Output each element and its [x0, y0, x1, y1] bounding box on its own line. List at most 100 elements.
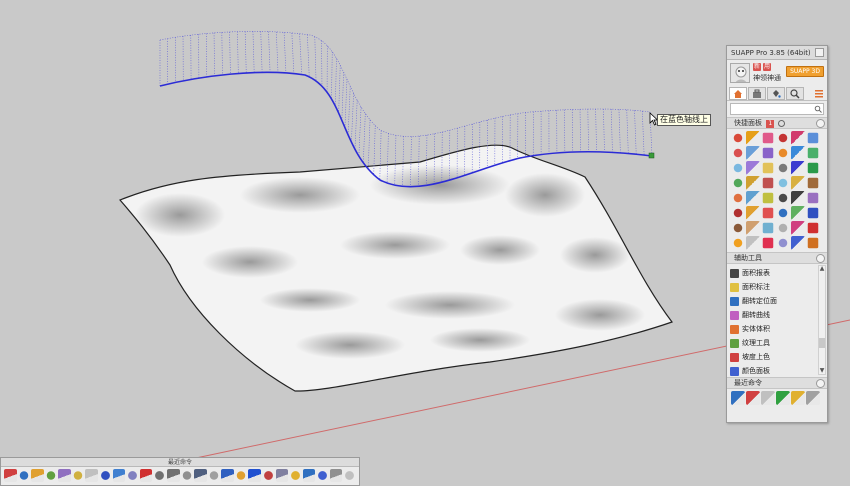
quick-tool-icon[interactable] [762, 147, 774, 159]
quick-tool-icon[interactable] [791, 221, 805, 235]
toolbar-command-icon[interactable] [261, 469, 275, 482]
quick-tool-icon[interactable] [731, 191, 745, 205]
toolbar-command-icon[interactable] [71, 469, 85, 482]
gear-icon[interactable] [778, 119, 786, 127]
tool-list-item[interactable]: 翻转曲线 [730, 308, 827, 322]
toolbar-command-icon[interactable] [166, 469, 180, 482]
toolbar-command-icon[interactable] [275, 469, 289, 482]
tool-list-item[interactable]: 坡度上色 [730, 350, 827, 364]
tab-paint[interactable] [767, 87, 785, 100]
quick-tool-icon[interactable] [776, 206, 790, 220]
quick-tool-icon[interactable] [807, 237, 819, 249]
toolbar-command-icon[interactable] [126, 469, 139, 482]
tab-home[interactable] [729, 87, 747, 100]
tab-search[interactable] [786, 87, 804, 100]
tab-toolbox[interactable] [748, 87, 766, 100]
quick-tool-icon[interactable] [791, 206, 805, 220]
quick-tool-icon[interactable] [762, 132, 774, 144]
tool-list-item[interactable]: 面积标注 [730, 280, 827, 294]
toolbar-command-icon[interactable] [153, 469, 166, 482]
quick-tool-icon[interactable] [731, 176, 745, 190]
toolbar-command-icon[interactable] [180, 469, 194, 482]
toolbar-command-icon[interactable] [329, 469, 343, 482]
toolbar-command-icon[interactable] [112, 469, 126, 482]
quick-tool-icon[interactable] [791, 176, 805, 190]
quick-tool-icon[interactable] [762, 177, 774, 189]
collapse-icon[interactable] [816, 119, 825, 128]
toolbar-command-icon[interactable] [289, 469, 302, 482]
quick-tool-icon[interactable] [731, 236, 745, 250]
toolbar-command-icon[interactable] [58, 469, 71, 482]
close-icon[interactable] [815, 48, 824, 57]
toolbar-command-icon[interactable] [248, 469, 261, 482]
quick-panel-header[interactable]: 快捷面板 1 [727, 117, 827, 129]
recent-command-icon[interactable] [776, 391, 790, 405]
quick-tool-icon[interactable] [791, 236, 805, 250]
quick-tool-icon[interactable] [762, 222, 774, 234]
toolbar-command-icon[interactable] [302, 469, 316, 482]
quick-tool-icon[interactable] [762, 192, 774, 204]
quick-tool-icon[interactable] [807, 222, 819, 234]
panel-title-bar[interactable]: SUAPP Pro 3.85 (64bit) [727, 46, 827, 60]
toolbar-command-icon[interactable] [139, 469, 153, 482]
quick-tool-icon[interactable] [731, 206, 745, 220]
quick-tool-icon[interactable] [731, 221, 745, 235]
quick-tool-icon[interactable] [776, 146, 790, 160]
recent-commands-header[interactable]: 最近命令 [727, 377, 827, 389]
toolbar-command-icon[interactable] [17, 469, 31, 482]
quick-tool-icon[interactable] [807, 147, 819, 159]
quick-tool-icon[interactable] [762, 162, 774, 174]
tool-list-item[interactable]: 颜色面板 [730, 364, 827, 377]
toolbar-command-icon[interactable] [4, 469, 17, 482]
toolbar-command-icon[interactable] [207, 469, 221, 482]
toolbar-command-icon[interactable] [31, 469, 44, 482]
scroll-up-icon[interactable]: ▲ [819, 266, 825, 272]
quick-tool-icon[interactable] [776, 161, 790, 175]
scroll-thumb[interactable] [819, 338, 825, 348]
tool-list-item[interactable]: 实体体积 [730, 322, 827, 336]
quick-tool-icon[interactable] [746, 176, 760, 190]
quick-tool-icon[interactable] [746, 146, 760, 160]
toolbar-command-icon[interactable] [316, 469, 329, 482]
collapse-icon[interactable] [816, 254, 825, 263]
quick-tool-icon[interactable] [762, 207, 774, 219]
recent-command-icon[interactable] [791, 391, 805, 405]
toolbar-command-icon[interactable] [99, 469, 112, 482]
menu-icon[interactable] [814, 88, 824, 99]
quick-tool-icon[interactable] [776, 131, 790, 145]
toolbar-command-icon[interactable] [194, 469, 207, 482]
quick-tool-icon[interactable] [807, 162, 819, 174]
tool-list-item[interactable]: 面积报表 [730, 266, 827, 280]
recent-command-icon[interactable] [761, 391, 775, 405]
terrain-surface[interactable] [118, 144, 673, 392]
quick-tool-icon[interactable] [791, 191, 805, 205]
quick-tool-icon[interactable] [807, 132, 819, 144]
toolbar-command-icon[interactable] [85, 469, 99, 482]
recent-command-icon[interactable] [731, 391, 745, 405]
toolbar-command-icon[interactable] [221, 469, 234, 482]
quick-tool-icon[interactable] [807, 207, 819, 219]
tool-list-scrollbar[interactable]: ▲ ▼ [818, 265, 826, 375]
quick-tool-icon[interactable] [731, 131, 745, 145]
3d-viewport[interactable] [0, 0, 850, 486]
search-input[interactable] [730, 103, 824, 115]
quick-tool-icon[interactable] [776, 176, 790, 190]
quick-tool-icon[interactable] [791, 161, 805, 175]
scroll-down-icon[interactable]: ▼ [819, 368, 825, 374]
tool-list-item[interactable]: 纹理工具 [730, 336, 827, 350]
quick-tool-icon[interactable] [746, 191, 760, 205]
quick-tool-icon[interactable] [776, 191, 790, 205]
recent-command-icon[interactable] [746, 391, 760, 405]
quick-tool-icon[interactable] [746, 131, 760, 145]
quick-tool-icon[interactable] [746, 206, 760, 220]
tool-list-item[interactable]: 翻转定位面 [730, 294, 827, 308]
quick-tool-icon[interactable] [807, 177, 819, 189]
collapse-icon[interactable] [816, 379, 825, 388]
quick-tool-icon[interactable] [791, 131, 805, 145]
quick-tool-icon[interactable] [791, 146, 805, 160]
avatar[interactable] [730, 63, 750, 83]
quick-tool-icon[interactable] [746, 221, 760, 235]
recent-command-icon[interactable] [806, 391, 820, 405]
suapp-3d-button[interactable]: SUAPP 3D [786, 66, 824, 77]
aux-tools-header[interactable]: 辅助工具 [727, 252, 827, 264]
